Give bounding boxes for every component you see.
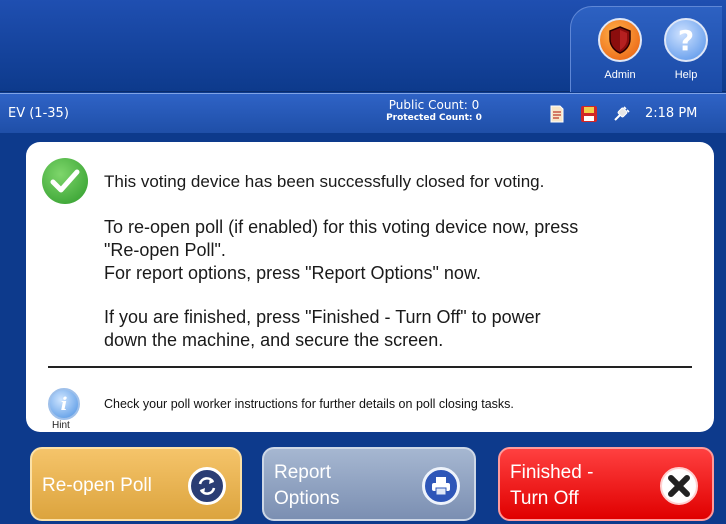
message-panel: This voting device has been successfully… (26, 142, 714, 432)
report-options-label: Report Options (274, 460, 394, 512)
closed-message: This voting device has been successfully… (104, 172, 545, 191)
info-icon[interactable]: i (48, 388, 80, 420)
finish-line-2: Turn Off (510, 488, 579, 509)
finish-line-1: Finished - (510, 462, 594, 483)
finished-label: Finished - Turn Off (510, 460, 630, 512)
finished-instructions: If you are finished, press "Finished - T… (104, 306, 684, 352)
reopen-poll-label: Re-open Poll (42, 475, 152, 496)
admin-label: Admin (604, 69, 636, 81)
power-plug-icon (612, 105, 630, 123)
protected-count: Protected Count: 0 (386, 113, 482, 123)
shield-icon (598, 18, 642, 62)
report-options-button[interactable]: Report Options (262, 447, 476, 521)
report-line: For report options, press "Report Option… (104, 263, 481, 283)
document-icon (548, 105, 566, 123)
hint-text: Check your poll worker instructions for … (104, 397, 514, 411)
report-line-2: Options (274, 488, 340, 509)
question-icon: ? (664, 18, 708, 62)
printer-icon (422, 467, 460, 505)
checkmark-icon (42, 158, 88, 204)
help-button[interactable]: ? Help (660, 18, 712, 88)
refresh-icon (188, 467, 226, 505)
reopen-instructions: To re-open poll (if enabled) for this vo… (104, 216, 664, 285)
admin-button[interactable]: Admin (594, 18, 646, 88)
count-block: Public Count: 0 Protected Count: 0 (372, 98, 496, 123)
status-bar: EV (1-35) Public Count: 0 Protected Coun… (0, 93, 726, 133)
hint-label: Hint (52, 420, 70, 431)
clock: 2:18 PM (645, 106, 698, 121)
reopen-line-2: "Re-open Poll". (104, 240, 226, 260)
help-label: Help (674, 69, 698, 81)
report-line-1: Report (274, 462, 332, 483)
device-label: EV (1-35) (8, 106, 69, 121)
top-bar: Admin ? Help (0, 0, 726, 92)
floppy-disk-icon (580, 105, 598, 123)
public-count: Public Count: 0 (388, 98, 480, 112)
finished-turn-off-button[interactable]: Finished - Turn Off (498, 447, 714, 521)
finished-line-2: down the machine, and secure the screen. (104, 330, 444, 350)
reopen-line-1: To re-open poll (if enabled) for this vo… (104, 217, 579, 237)
status-icons (548, 105, 630, 123)
divider (48, 366, 692, 368)
finished-line-1: If you are finished, press "Finished - T… (104, 307, 541, 327)
close-icon (660, 467, 698, 505)
reopen-poll-button[interactable]: Re-open Poll (30, 447, 242, 521)
